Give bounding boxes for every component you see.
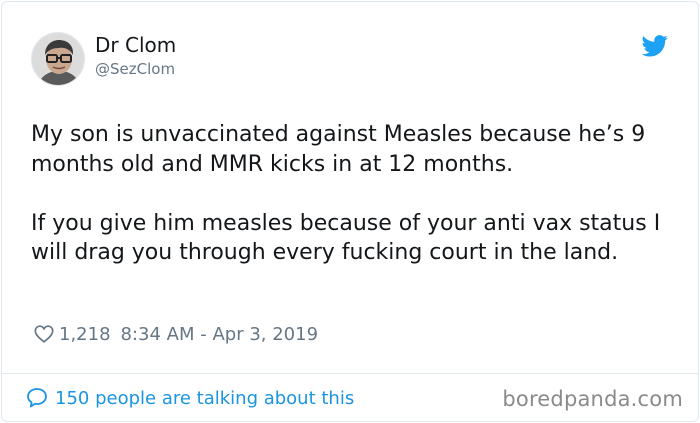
display-name[interactable]: Dr Clom	[95, 34, 176, 56]
tweet-paragraph: If you give him measles because of your …	[31, 210, 661, 266]
tweet-paragraph: My son is unvaccinated against Measles b…	[31, 122, 646, 177]
watermark: boredpanda.com	[502, 387, 683, 411]
speech-bubble-icon	[27, 388, 47, 408]
user-handle[interactable]: @SezClom	[95, 60, 175, 78]
tweet-meta: 1,218 8:34 AM - Apr 3, 2019	[33, 322, 318, 346]
conversation-label[interactable]: 150 people are talking about this	[55, 388, 354, 409]
tweet-text: My son is unvaccinated against Measles b…	[31, 120, 681, 268]
tweet-timestamp[interactable]: 8:34 AM - Apr 3, 2019	[121, 324, 319, 345]
twitter-bird-icon[interactable]	[641, 35, 669, 57]
conversation-link[interactable]: 150 people are talking about this	[25, 386, 354, 410]
avatar[interactable]	[31, 32, 85, 86]
heart-icon[interactable]	[33, 323, 55, 345]
divider	[1, 373, 699, 374]
like-count[interactable]: 1,218	[59, 324, 111, 345]
